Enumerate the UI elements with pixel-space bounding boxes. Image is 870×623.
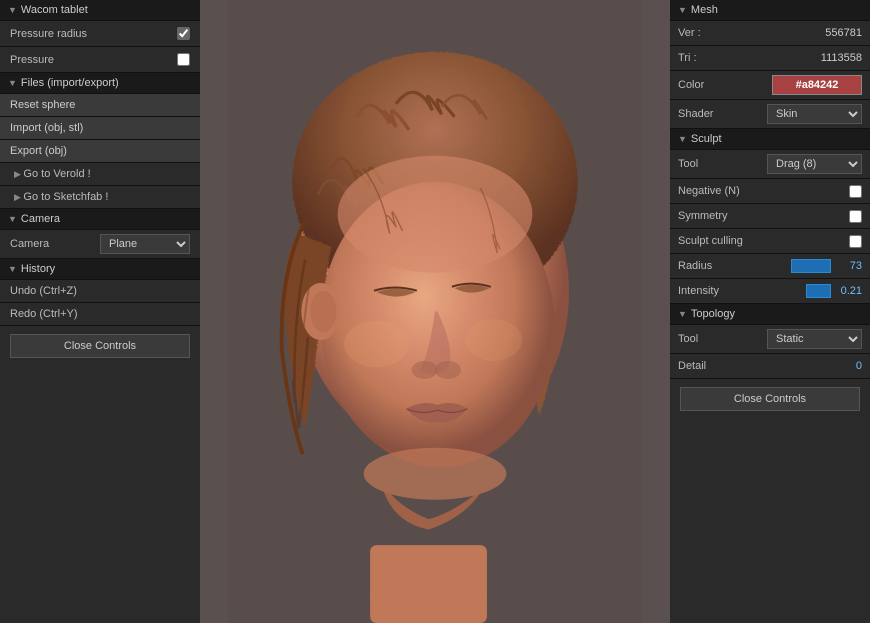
symmetry-checkbox[interactable]: [849, 210, 862, 223]
right-panel: Mesh Ver : 556781 Tri : 1113558 Color #a…: [670, 0, 870, 623]
viewport[interactable]: [200, 0, 670, 623]
radius-slider[interactable]: [791, 259, 831, 273]
sculpt-culling-row: Sculpt culling: [670, 229, 870, 254]
shader-label: Shader: [678, 108, 763, 120]
intensity-slider[interactable]: [806, 284, 831, 298]
color-hex-value: #a84242: [796, 79, 839, 91]
radius-slider-container: 73: [791, 259, 862, 273]
wacom-tablet-label: Wacom tablet: [21, 4, 88, 16]
pressure-radius-label: Pressure radius: [10, 28, 177, 40]
tool-label: Tool: [678, 158, 763, 170]
pressure-radius-checkbox[interactable]: [177, 27, 190, 40]
go-sketchfab-button[interactable]: Go to Sketchfab !: [0, 186, 200, 209]
pressure-row: Pressure: [0, 47, 200, 73]
shader-select[interactable]: Skin Normal Wireframe: [767, 104, 862, 124]
intensity-value: 0.21: [834, 285, 862, 297]
sculpt-culling-checkbox[interactable]: [849, 235, 862, 248]
reset-sphere-button[interactable]: Reset sphere: [0, 94, 200, 117]
topo-tool-select[interactable]: Static Dynamic: [767, 329, 862, 349]
pressure-checkbox[interactable]: [177, 53, 190, 66]
color-row: Color #a84242: [670, 71, 870, 100]
left-close-controls-button[interactable]: Close Controls: [10, 334, 190, 358]
negative-checkbox[interactable]: [849, 185, 862, 198]
detail-label: Detail: [678, 360, 830, 372]
camera-section[interactable]: Camera: [0, 209, 200, 230]
redo-button[interactable]: Redo (Ctrl+Y): [0, 303, 200, 326]
tool-row: Tool Drag (8) Flatten Smooth Pinch Creas…: [670, 150, 870, 179]
right-close-controls-button[interactable]: Close Controls: [680, 387, 860, 411]
export-button[interactable]: Export (obj): [0, 140, 200, 163]
ver-row: Ver : 556781: [670, 21, 870, 46]
radius-value: 73: [834, 260, 862, 272]
tri-value: 1113558: [821, 52, 862, 64]
color-label: Color: [678, 79, 768, 91]
negative-label: Negative (N): [678, 185, 845, 197]
intensity-label: Intensity: [678, 285, 802, 297]
intensity-row: Intensity 0.21: [670, 279, 870, 304]
history-label: History: [21, 263, 55, 275]
go-verold-button[interactable]: Go to Verold !: [0, 163, 200, 186]
negative-row: Negative (N): [670, 179, 870, 204]
import-button[interactable]: Import (obj, stl): [0, 117, 200, 140]
mesh-label: Mesh: [691, 4, 718, 16]
radius-row: Radius 73: [670, 254, 870, 279]
camera-label: Camera: [10, 238, 100, 250]
left-panel: Wacom tablet Pressure radius Pressure Fi…: [0, 0, 200, 623]
wacom-tablet-section[interactable]: Wacom tablet: [0, 0, 200, 21]
head-model: [200, 0, 670, 623]
ver-value: 556781: [825, 27, 862, 39]
pressure-radius-row: Pressure radius: [0, 21, 200, 47]
ver-label: Ver :: [678, 27, 821, 39]
topology-section[interactable]: Topology: [670, 304, 870, 325]
camera-section-label: Camera: [21, 213, 60, 225]
tri-label: Tri :: [678, 52, 817, 64]
detail-row: Detail 0: [670, 354, 870, 379]
files-label: Files (import/export): [21, 77, 119, 89]
history-section[interactable]: History: [0, 259, 200, 280]
sculpt-section[interactable]: Sculpt: [670, 129, 870, 150]
color-swatch[interactable]: #a84242: [772, 75, 862, 95]
topology-label: Topology: [691, 308, 735, 320]
symmetry-row: Symmetry: [670, 204, 870, 229]
camera-select[interactable]: Plane Ortho Perspective: [100, 234, 190, 254]
sculpt-label: Sculpt: [691, 133, 722, 145]
topo-tool-row: Tool Static Dynamic: [670, 325, 870, 354]
detail-value: 0: [834, 360, 862, 372]
mesh-section[interactable]: Mesh: [670, 0, 870, 21]
intensity-slider-container: 0.21: [806, 284, 862, 298]
go-sketchfab-label: Go to Sketchfab !: [23, 191, 108, 203]
go-verold-label: Go to Verold !: [23, 168, 90, 180]
tool-select[interactable]: Drag (8) Flatten Smooth Pinch Crease: [767, 154, 862, 174]
undo-button[interactable]: Undo (Ctrl+Z): [0, 280, 200, 303]
symmetry-label: Symmetry: [678, 210, 845, 222]
sculpt-culling-label: Sculpt culling: [678, 235, 845, 247]
pressure-label: Pressure: [10, 54, 177, 66]
camera-row: Camera Plane Ortho Perspective: [0, 230, 200, 259]
topo-tool-label: Tool: [678, 333, 763, 345]
shader-row: Shader Skin Normal Wireframe: [670, 100, 870, 129]
radius-label: Radius: [678, 260, 787, 272]
files-section[interactable]: Files (import/export): [0, 73, 200, 94]
tri-row: Tri : 1113558: [670, 46, 870, 71]
